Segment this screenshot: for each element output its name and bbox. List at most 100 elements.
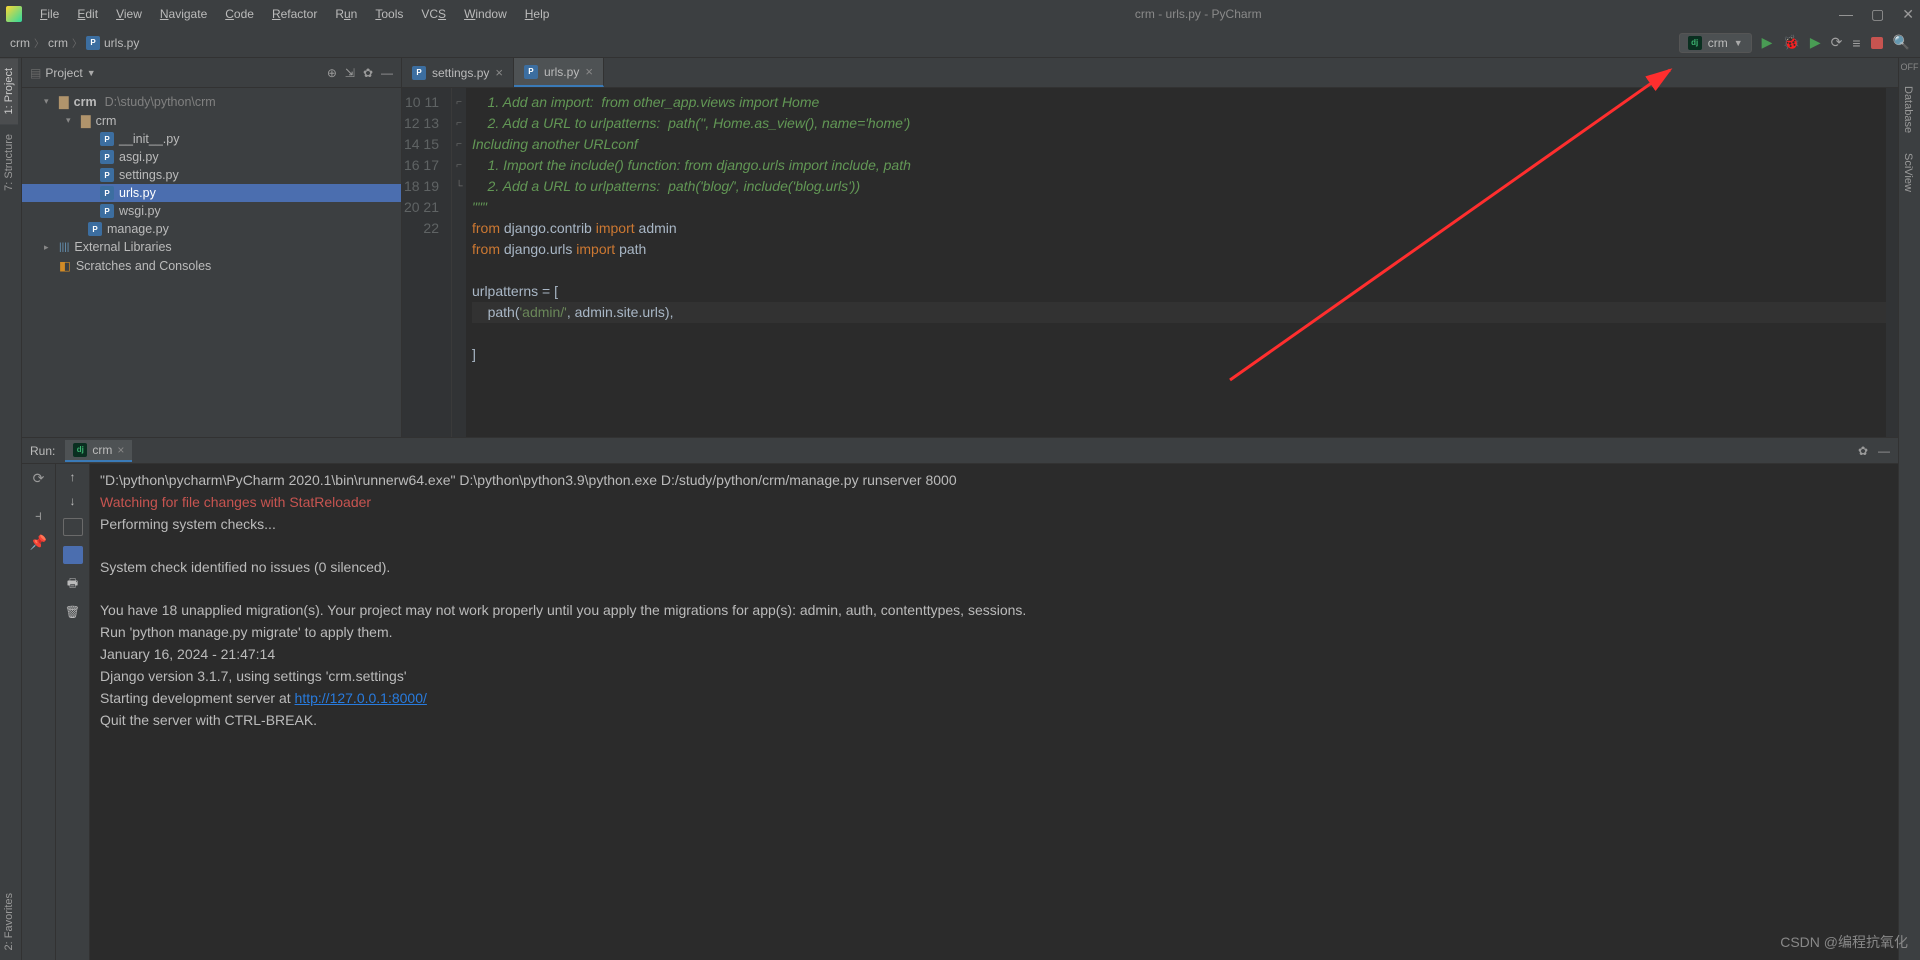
fold-gutter[interactable]: ⌐ ⌐ ⌐ ⌐ └ <box>452 88 466 437</box>
close-button[interactable]: ✕ <box>1902 6 1914 23</box>
pin-icon[interactable]: 📌 <box>30 534 47 551</box>
project-collapse-icon[interactable]: ▤ <box>30 66 41 80</box>
python-file-icon: P <box>100 168 114 182</box>
run-config-name: crm <box>1708 36 1728 50</box>
run-list-button[interactable]: ≡ <box>1852 35 1860 51</box>
run-coverage-button[interactable]: ▶ <box>1810 34 1821 51</box>
title-bar: File Edit View Navigate Code Refactor Ru… <box>0 0 1920 28</box>
breadcrumb-root[interactable]: crm <box>10 35 48 50</box>
tree-scratch[interactable]: ◧Scratches and Consoles <box>22 256 401 275</box>
tree-file[interactable]: Psettings.py <box>22 166 401 184</box>
python-file-icon: P <box>100 132 114 146</box>
main-menu: File Edit View Navigate Code Refactor Ru… <box>32 3 557 25</box>
up-icon[interactable]: ↑ <box>70 470 76 484</box>
locate-icon[interactable]: ⊕ <box>327 66 337 80</box>
softwrap-icon[interactable] <box>63 518 83 536</box>
menu-code[interactable]: Code <box>217 3 262 25</box>
left-tool-strip: 1: Project 7: Structure 2: Favorites <box>0 58 22 960</box>
breadcrumb-file[interactable]: P urls.py <box>86 36 139 50</box>
run-body: ⟳ ⫞ 📌 ↑ ↓ 🖶 🗑 "D:\python\pycharm\PyCharm… <box>22 464 1898 960</box>
rerun-icon[interactable]: ⟳ <box>33 470 45 487</box>
down-icon[interactable]: ↓ <box>70 494 76 508</box>
django-icon: dj <box>73 443 87 457</box>
menu-tools[interactable]: Tools <box>367 3 411 25</box>
line-gutter: 10 11 12 13 14 15 16 17 18 19 20 21 22 <box>402 88 452 437</box>
run-config-selector[interactable]: dj crm ▼ <box>1679 33 1752 53</box>
editor-tab-settings[interactable]: P settings.py × <box>402 58 514 87</box>
close-tab-icon[interactable]: × <box>585 64 593 79</box>
run-side-actions-2: ↑ ↓ 🖶 🗑 <box>56 464 90 960</box>
main-area: ▤ Project ▼ ⊕ ⇲ ✿ — ▾ ▇ crm D:\study\pyt… <box>22 58 1898 960</box>
scratch-icon: ◧ <box>59 258 71 273</box>
expand-arrow-icon[interactable]: ▸ <box>44 242 54 253</box>
maximize-button[interactable]: ▢ <box>1871 6 1884 23</box>
tool-tab-database[interactable]: Database <box>1899 76 1917 143</box>
editor-scrollbar[interactable] <box>1886 88 1898 437</box>
python-file-icon: P <box>412 66 426 80</box>
search-everywhere-button[interactable]: 🔍 <box>1893 34 1910 51</box>
menu-window[interactable]: Window <box>456 3 515 25</box>
editor-tab-urls[interactable]: P urls.py × <box>514 58 604 87</box>
menu-navigate[interactable]: Navigate <box>152 3 215 25</box>
close-tab-icon[interactable]: × <box>117 443 124 457</box>
run-side-actions: ⟳ ⫞ 📌 <box>22 464 56 960</box>
expand-all-icon[interactable]: ⇲ <box>345 66 355 80</box>
run-header: Run: dj crm × ✿ — <box>22 438 1898 464</box>
stop-button[interactable] <box>1871 37 1883 49</box>
code-area[interactable]: 10 11 12 13 14 15 16 17 18 19 20 21 22 ⌐… <box>402 88 1898 437</box>
editor-row: ▤ Project ▼ ⊕ ⇲ ✿ — ▾ ▇ crm D:\study\pyt… <box>22 58 1898 438</box>
run-hide-icon[interactable]: — <box>1878 444 1890 458</box>
code-text[interactable]: 1. Add an import: from other_app.views i… <box>466 88 1898 437</box>
django-icon: dj <box>1688 36 1702 50</box>
library-icon: |||| <box>59 242 69 253</box>
minimize-button[interactable]: — <box>1839 6 1853 23</box>
console-output[interactable]: "D:\python\pycharm\PyCharm 2020.1\bin\ru… <box>90 464 1898 960</box>
menu-edit[interactable]: Edit <box>69 3 106 25</box>
menu-help[interactable]: Help <box>517 3 558 25</box>
tool-tab-sciview[interactable]: SciView <box>1899 143 1917 202</box>
tree-file[interactable]: Pasgi.py <box>22 148 401 166</box>
breadcrumb-mid[interactable]: crm <box>48 35 86 50</box>
tree-file[interactable]: Pmanage.py <box>22 220 401 238</box>
close-tab-icon[interactable]: × <box>495 65 503 80</box>
python-file-icon: P <box>86 36 100 50</box>
scroll-to-end-icon[interactable] <box>63 546 83 564</box>
debug-button[interactable]: 🐞 <box>1782 34 1799 51</box>
menu-vcs[interactable]: VCS <box>413 3 454 25</box>
menu-view[interactable]: View <box>108 3 150 25</box>
menu-file[interactable]: File <box>32 3 67 25</box>
print-icon[interactable]: 🖶 <box>67 574 78 595</box>
hide-icon[interactable]: — <box>381 66 393 80</box>
expand-arrow-icon[interactable]: ▾ <box>66 115 76 126</box>
menu-refactor[interactable]: Refactor <box>264 3 325 25</box>
trash-icon[interactable]: 🗑 <box>65 605 80 619</box>
tree-pkg[interactable]: ▾ ▇ crm <box>22 111 401 130</box>
tree-ext-libs[interactable]: ▸||||External Libraries <box>22 238 401 256</box>
tree-file-selected[interactable]: Purls.py <box>22 184 401 202</box>
tool-tab-project[interactable]: 1: Project <box>0 58 18 124</box>
expand-arrow-icon[interactable]: ▾ <box>44 96 54 107</box>
window-controls: — ▢ ✕ <box>1839 6 1914 23</box>
project-tree[interactable]: ▾ ▇ crm D:\study\python\crm ▾ ▇ crm P__i… <box>22 88 401 279</box>
run-button[interactable]: ▶ <box>1762 34 1773 51</box>
inspection-off-badge[interactable]: OFF <box>1899 58 1920 76</box>
project-view-chevron-icon[interactable]: ▼ <box>87 68 96 78</box>
folder-icon: ▇ <box>59 94 69 109</box>
tool-tab-structure[interactable]: 7: Structure <box>0 124 18 201</box>
layout-icon[interactable]: ⫞ <box>35 507 42 524</box>
run-tab-crm[interactable]: dj crm × <box>65 440 132 462</box>
menu-run[interactable]: Run <box>327 3 365 25</box>
run-settings-icon[interactable]: ✿ <box>1858 444 1868 458</box>
run-title: Run: <box>30 444 55 458</box>
settings-icon[interactable]: ✿ <box>363 66 373 80</box>
tree-file[interactable]: P__init__.py <box>22 130 401 148</box>
tool-tab-favorites[interactable]: 2: Favorites <box>0 883 18 960</box>
editor: P settings.py × P urls.py × 10 11 12 13 … <box>402 58 1898 437</box>
update-run-button[interactable]: ⟳ <box>1831 34 1843 51</box>
tree-file[interactable]: Pwsgi.py <box>22 202 401 220</box>
tree-root[interactable]: ▾ ▇ crm D:\study\python\crm <box>22 92 401 111</box>
run-tool-window: Run: dj crm × ✿ — ⟳ ⫞ 📌 ↑ ↓ <box>22 438 1898 960</box>
watermark: CSDN @编程抗氧化 <box>1780 932 1908 952</box>
server-url-link[interactable]: http://127.0.0.1:8000/ <box>295 690 427 706</box>
python-file-icon: P <box>100 204 114 218</box>
